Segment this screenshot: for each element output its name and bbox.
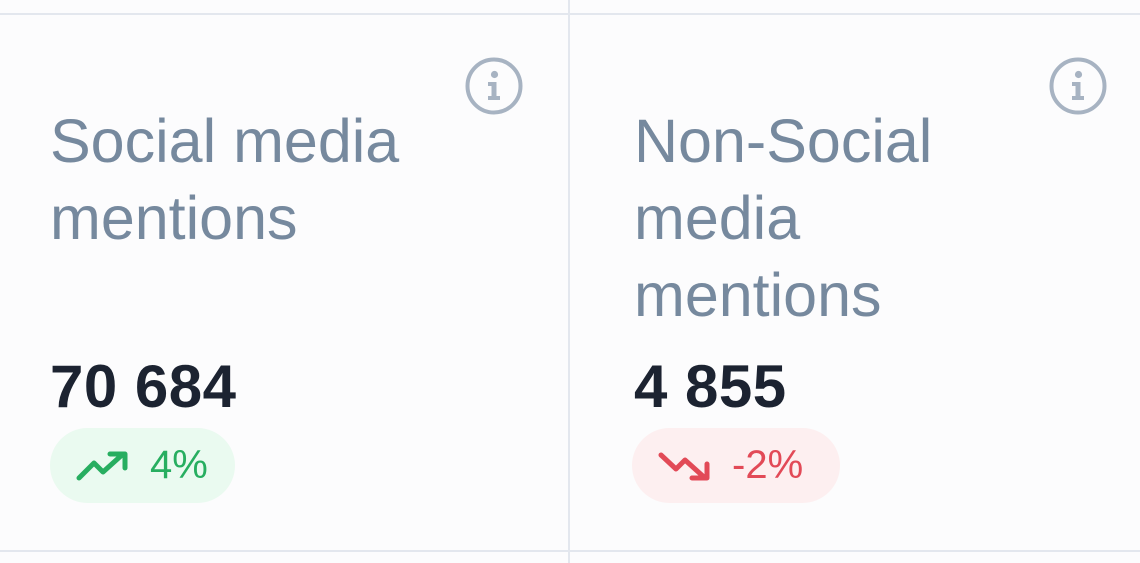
bottom-divider (0, 550, 1140, 552)
trending-up-icon (76, 451, 128, 480)
social-media-mentions-card: Social media mentions 70 684 4% (0, 15, 569, 550)
change-badge: 4% (50, 428, 235, 503)
mention-count: 70 684 (50, 353, 237, 420)
metrics-grid: Social media mentions 70 684 4% Non-Soci… (0, 0, 1140, 563)
non-social-media-mentions-card: Non-Social media mentions 4 855 -2% (571, 15, 1140, 550)
mention-count: 4 855 (634, 353, 787, 420)
change-badge: -2% (632, 428, 840, 503)
change-value: -2% (732, 443, 804, 487)
info-icon[interactable] (465, 57, 523, 115)
card-title: Non-Social media mentions (634, 107, 933, 329)
change-value: 4% (150, 443, 208, 487)
trending-down-icon (658, 452, 710, 480)
info-icon[interactable] (1049, 57, 1107, 115)
card-title: Social media mentions (50, 107, 400, 252)
